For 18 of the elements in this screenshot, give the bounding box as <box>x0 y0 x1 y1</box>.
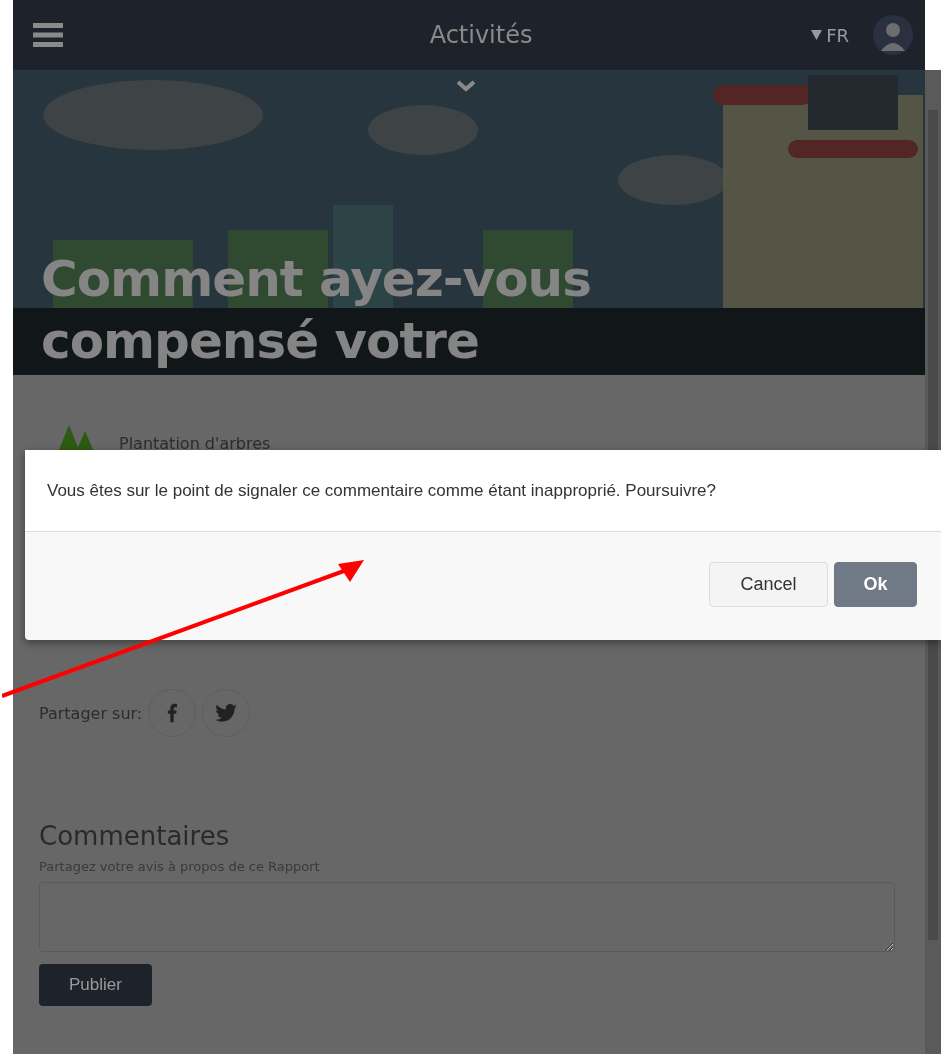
ok-button[interactable]: Ok <box>834 562 917 607</box>
share-label: Partager sur: <box>39 703 143 723</box>
menu-icon[interactable] <box>33 22 63 48</box>
page-title: Activités <box>429 21 533 49</box>
cancel-button[interactable]: Cancel <box>709 562 828 607</box>
chevron-down-icon[interactable] <box>456 80 476 92</box>
comments-heading: Commentaires <box>39 821 230 851</box>
avatar-icon[interactable] <box>873 15 913 55</box>
facebook-icon <box>167 703 178 723</box>
report-title: Comment ayez-vous <box>41 249 591 310</box>
publish-button[interactable]: Publier <box>39 964 152 1006</box>
dialog-message: Vous êtes sur le point de signaler ce commentaire comme étant inapproprié. Poursuivre? <box>25 450 941 532</box>
comment-field[interactable] <box>39 882 895 952</box>
report-title: compensé votre <box>41 311 480 372</box>
category-label: Plantation d'arbres <box>119 433 271 453</box>
caret-down-icon <box>811 30 823 40</box>
language-selector[interactable]: FR <box>809 22 851 48</box>
bird-icon <box>215 704 238 722</box>
